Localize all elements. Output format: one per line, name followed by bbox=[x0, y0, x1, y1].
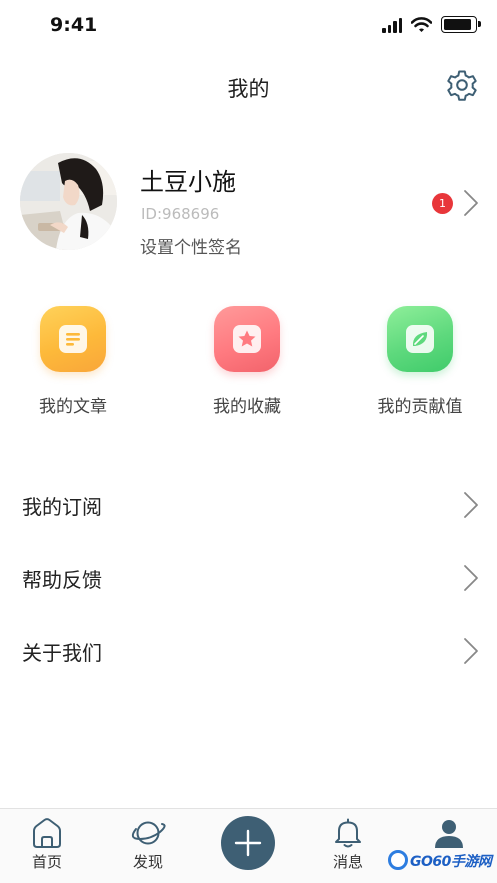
article-icon bbox=[40, 306, 106, 372]
my-favorites-button[interactable]: 我的收藏 bbox=[177, 306, 317, 417]
signal-icon bbox=[382, 17, 402, 33]
tab-discover[interactable]: 发现 bbox=[118, 817, 178, 872]
status-time: 9:41 bbox=[50, 14, 98, 36]
page-title: 我的 bbox=[227, 77, 270, 101]
tab-messages-label: 消息 bbox=[332, 853, 363, 871]
home-icon bbox=[33, 818, 61, 848]
battery-icon bbox=[441, 16, 481, 33]
wifi-icon bbox=[411, 16, 432, 32]
status-bar: 9:41 bbox=[0, 0, 497, 52]
user-icon bbox=[435, 820, 463, 848]
user-id: ID:968696 bbox=[141, 205, 220, 223]
menu-item-subscriptions[interactable]: 我的订阅 bbox=[0, 475, 497, 535]
tab-profile[interactable] bbox=[419, 817, 479, 851]
my-articles-label: 我的文章 bbox=[39, 397, 107, 417]
menu-item-label: 关于我们 bbox=[22, 641, 102, 665]
plus-icon bbox=[234, 829, 262, 857]
username: 土豆小施 bbox=[140, 168, 236, 196]
tab-messages[interactable]: 消息 bbox=[318, 817, 378, 872]
chevron-right-icon bbox=[463, 637, 479, 665]
status-icons bbox=[382, 16, 481, 33]
add-button[interactable] bbox=[221, 816, 275, 870]
watermark-logo: GO60手游网 bbox=[388, 848, 492, 880]
my-articles-button[interactable]: 我的文章 bbox=[3, 306, 143, 417]
menu-item-label: 我的订阅 bbox=[22, 495, 102, 519]
planet-icon bbox=[131, 821, 166, 845]
avatar[interactable] bbox=[20, 153, 117, 250]
notification-badge: 1 bbox=[432, 193, 453, 214]
bell-icon bbox=[335, 818, 361, 848]
my-favorites-label: 我的收藏 bbox=[213, 397, 281, 417]
menu-item-label: 帮助反馈 bbox=[22, 568, 102, 592]
my-contribution-label: 我的贡献值 bbox=[377, 397, 463, 417]
my-contribution-button[interactable]: 我的贡献值 bbox=[350, 306, 490, 417]
profile-chevron-icon[interactable] bbox=[463, 189, 479, 217]
contribution-icon bbox=[387, 306, 453, 372]
chevron-right-icon bbox=[463, 491, 479, 519]
gear-icon bbox=[447, 70, 477, 101]
signature-link[interactable]: 设置个性签名 bbox=[140, 233, 242, 258]
chevron-right-icon bbox=[463, 564, 479, 592]
tab-discover-label: 发现 bbox=[132, 853, 163, 871]
tab-home-label: 首页 bbox=[31, 853, 62, 871]
watermark-circle-icon bbox=[388, 850, 408, 870]
watermark-text: GO60手游网 bbox=[410, 854, 492, 870]
settings-button[interactable] bbox=[445, 68, 479, 102]
tab-home[interactable]: 首页 bbox=[17, 817, 77, 872]
star-icon bbox=[214, 306, 280, 372]
menu-item-help-feedback[interactable]: 帮助反馈 bbox=[0, 548, 497, 608]
menu-item-about-us[interactable]: 关于我们 bbox=[0, 621, 497, 681]
